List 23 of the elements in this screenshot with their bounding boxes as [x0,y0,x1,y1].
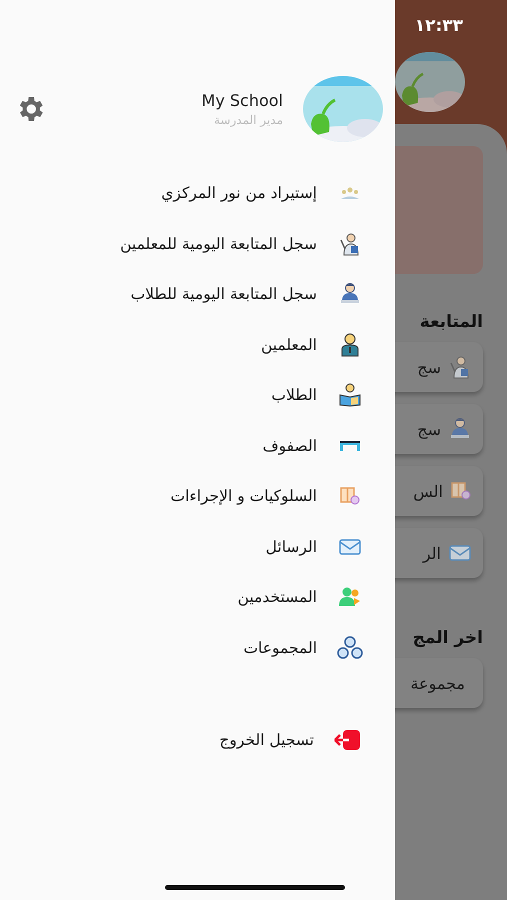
teacher-board-icon [339,232,361,256]
logout-item[interactable]: تسجيل الخروج [0,715,395,765]
menu-item[interactable]: سجل المتابعة اليومية للمعلمين [0,218,395,269]
users-icon [339,587,361,608]
envelope-icon [449,545,471,561]
envelope-icon [339,538,361,555]
teacher-board-icon [449,355,471,379]
menu-item[interactable]: إستيراد من نور المركزي [0,168,395,218]
reading-student-icon [338,383,362,408]
status-time: ١٢:٣٣ [414,16,463,36]
student-desk-icon [449,417,471,441]
person-icon [340,332,360,357]
book-icon [451,482,471,500]
section-title: اخر المج [412,628,483,648]
school-name: My School [202,91,283,110]
section-title: المتابعة [420,312,483,332]
user-role: مدير المدرسة [214,113,283,127]
menu-item[interactable]: سجل المتابعة اليومية للطلاب [0,269,395,320]
people-icon [339,186,361,200]
logout-icon [333,729,361,751]
book-icon [340,487,360,506]
group-icon [337,636,363,660]
board-icon [339,440,361,452]
